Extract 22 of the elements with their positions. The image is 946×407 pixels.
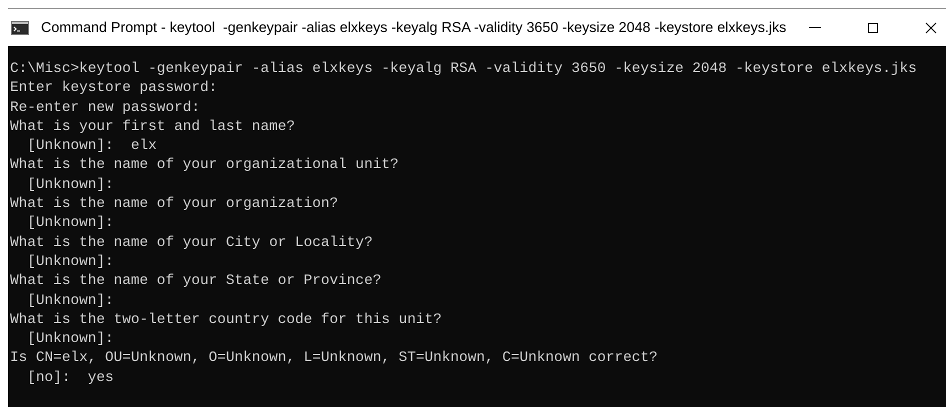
maximize-icon bbox=[867, 22, 880, 34]
close-icon bbox=[925, 22, 938, 34]
console-line: [Unknown]: bbox=[26, 214, 114, 234]
console-line: What is the name of your organization? bbox=[10, 195, 338, 214]
console-line: What is your first and last name? bbox=[10, 118, 295, 137]
minimize-icon bbox=[809, 27, 822, 28]
console-line: [Unknown]: elx bbox=[26, 137, 157, 156]
console-line: What is the name of your organizational unit? bbox=[10, 156, 399, 176]
console-line: What is the two-letter country code for this unit? bbox=[10, 310, 442, 330]
console-line: [Unknown]: bbox=[26, 176, 114, 195]
console-line: Is CN=elx, OU=Unknown, O=Unknown, L=Unknown, ST=Unknown, C=Unknown correct? bbox=[10, 349, 658, 368]
window-title: Command Prompt - keytool -genkeypair -alias elxkeys -keyalg RSA -validity 3650 -keysize 2048 -keystore elxkeys.jks bbox=[41, 20, 786, 36]
console-line: [Unknown]: bbox=[26, 292, 114, 311]
console-line: [Unknown]: bbox=[26, 252, 114, 272]
console-line: C:\Misc>keytool -genkeypair -alias elxkeys -keyalg RSA -validity 3650 -keysize 2048 -keystore elxkeys.jks bbox=[10, 60, 917, 79]
console-line: Enter keystore password: bbox=[10, 79, 218, 98]
console-line: What is the name of your State or Province? bbox=[10, 272, 382, 292]
console-line: What is the name of your City or Locality? bbox=[10, 234, 373, 253]
console-app-icon bbox=[11, 20, 29, 34]
console-line: [no]: yes bbox=[26, 368, 114, 388]
console-line: [Unknown]: bbox=[26, 330, 114, 350]
console-line: Re-enter new password: bbox=[10, 98, 200, 118]
